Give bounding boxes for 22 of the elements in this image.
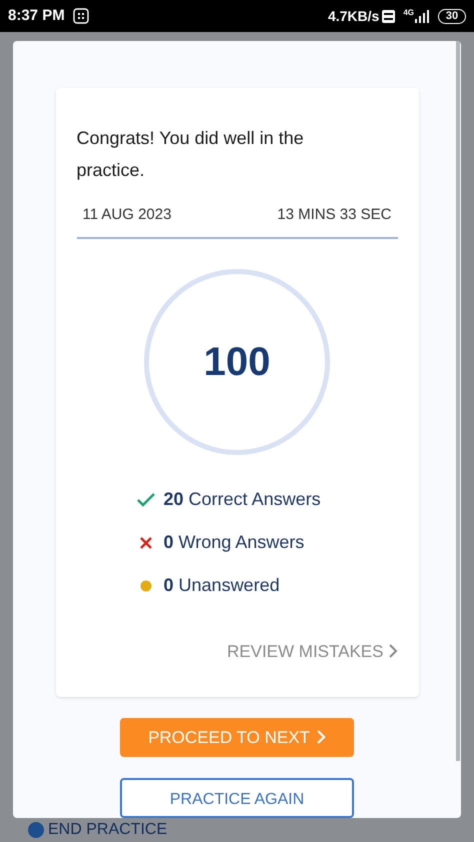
end-practice-button[interactable]: END PRACTICE (48, 821, 168, 839)
practice-duration: 13 MINS 33 SEC (277, 205, 392, 225)
practice-again-button[interactable]: PRACTICE AGAIN (120, 778, 354, 818)
stat-text: 0 Wrong Answers (164, 531, 304, 554)
review-mistakes-link[interactable]: REVIEW MISTAKES (227, 638, 398, 664)
dot-icon (140, 580, 152, 592)
status-time: 8:37 PM (8, 6, 65, 26)
network-speed: 4.7KB/s (328, 6, 380, 26)
app-grid-icon (72, 8, 89, 24)
congrats-message: Congrats! You did well in the practice. (76, 127, 305, 182)
cross-icon (138, 534, 154, 550)
stat-text: 0 Unanswered (164, 574, 280, 597)
network-type: 4G (403, 7, 414, 19)
battery-indicator: 30 (438, 8, 466, 24)
score-value: 100 (204, 338, 270, 386)
chevron-right-icon (316, 730, 326, 744)
chevron-right-icon (388, 644, 398, 658)
signal-icon (414, 9, 430, 23)
check-icon (136, 492, 156, 508)
proceed-button[interactable]: PROCEED TO NEXT (120, 718, 354, 757)
stat-text: 20 Correct Answers (164, 488, 321, 511)
practice-date: 11 AUG 2023 (82, 205, 172, 225)
